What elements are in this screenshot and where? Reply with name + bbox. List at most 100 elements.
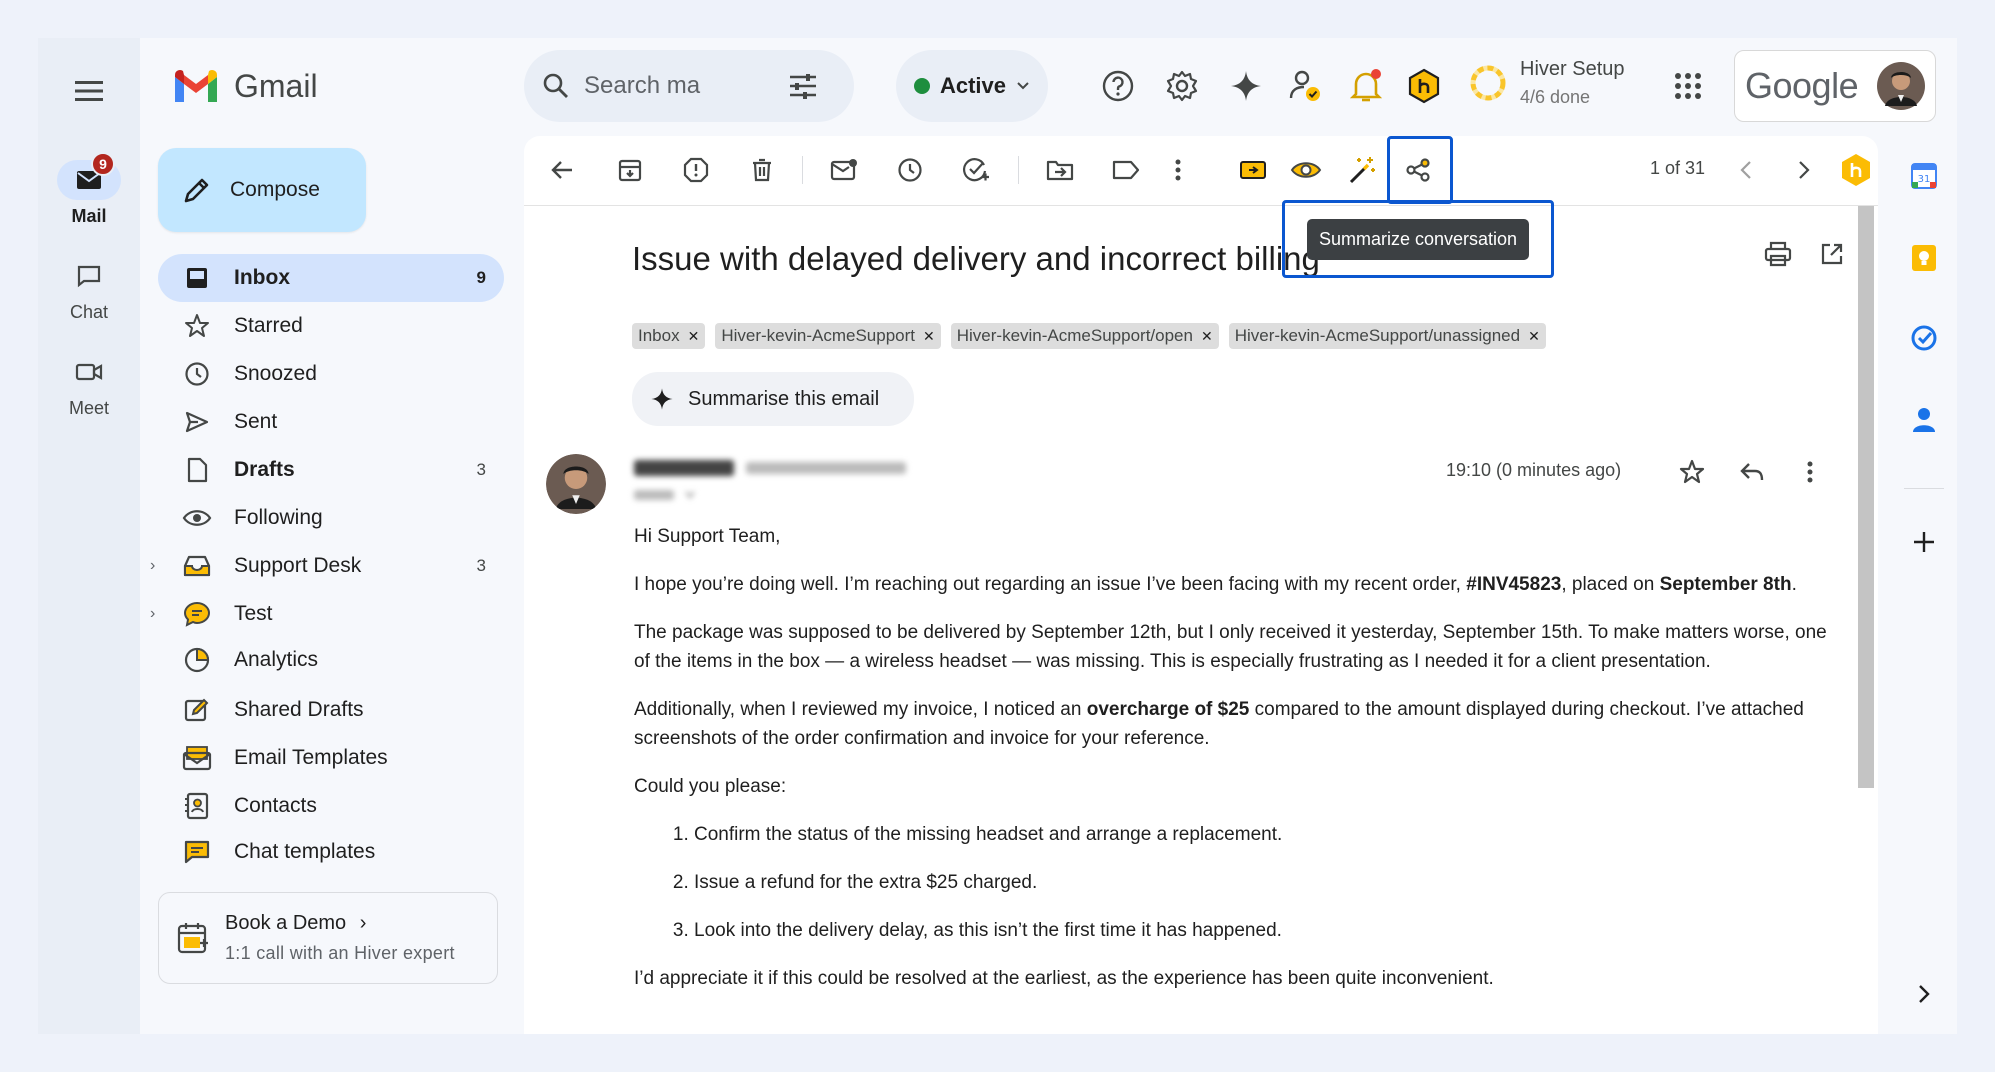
move-to-folder-icon [1046, 160, 1074, 181]
archive-button[interactable] [608, 148, 652, 192]
share-icon [1406, 158, 1430, 182]
calendar-app-button[interactable]: 31 [1904, 156, 1944, 196]
book-demo-card[interactable]: Book a Demo › 1:1 call with an Hiver exp… [158, 892, 498, 984]
divider [1904, 488, 1944, 489]
back-button[interactable] [540, 148, 584, 192]
nav-item-inbox[interactable]: Inbox 9 [158, 254, 504, 302]
star-icon [1679, 459, 1705, 484]
rail-item-chat[interactable]: Chat [38, 256, 140, 323]
mark-unread-button[interactable] [822, 148, 866, 192]
expand-chevron-icon[interactable]: › [150, 605, 155, 623]
plus-icon [1914, 532, 1934, 552]
nav-item-drafts[interactable]: Drafts 3 [158, 446, 504, 494]
report-spam-button[interactable] [674, 148, 718, 192]
nav-item-shared-drafts[interactable]: Shared Drafts [158, 686, 504, 734]
hiver-setup-progress[interactable]: Hiver Setup 4/6 done [1468, 58, 1625, 108]
remove-label-icon[interactable]: ✕ [1528, 328, 1540, 345]
newer-button[interactable] [1724, 148, 1768, 192]
label-chip[interactable]: Inbox ✕ [632, 323, 706, 349]
hiver-extension-button[interactable] [1400, 62, 1448, 110]
expand-side-panel-button[interactable] [1904, 974, 1944, 1014]
email-toolbar: 1 of 31 [524, 136, 1878, 206]
nav-item-snoozed[interactable]: Snoozed [158, 350, 504, 398]
expand-chevron-icon[interactable]: › [150, 557, 155, 575]
main-menu-button[interactable] [70, 72, 108, 110]
move-to-button[interactable] [1038, 148, 1082, 192]
compose-button[interactable]: Compose [158, 148, 366, 232]
search-input[interactable] [584, 72, 774, 100]
remove-label-icon[interactable]: ✕ [1201, 328, 1213, 345]
nav-item-contacts[interactable]: Contacts [158, 782, 504, 830]
hiver-sidebar-button[interactable] [1834, 148, 1878, 192]
add-task-icon [962, 158, 989, 182]
get-add-ons-button[interactable] [1904, 522, 1944, 562]
labels-button[interactable] [1104, 148, 1148, 192]
nav-label: Snoozed [234, 362, 317, 385]
google-apps-button[interactable] [1664, 62, 1712, 110]
open-in-new-icon [1821, 243, 1843, 265]
trash-icon [753, 158, 771, 182]
setup-progress-ring-icon [1470, 65, 1506, 101]
search-options-icon[interactable] [788, 73, 818, 99]
hiver-tags-button[interactable] [1232, 148, 1276, 192]
nav-item-test[interactable]: › Test [150, 590, 504, 638]
sender-avatar[interactable] [546, 454, 606, 514]
calendar-icon: 31 [1911, 163, 1937, 189]
label-chip[interactable]: Hiver-kevin-AcmeSupport ✕ [715, 323, 941, 349]
help-button[interactable] [1094, 62, 1142, 110]
label-chip[interactable]: Hiver-kevin-AcmeSupport/unassigned ✕ [1228, 323, 1546, 349]
pencil-icon [184, 178, 209, 203]
more-actions-button[interactable] [1156, 148, 1200, 192]
nav-item-chat-templates[interactable]: Chat templates [158, 828, 504, 876]
nav-item-sent[interactable]: Sent [158, 398, 504, 446]
email-paragraph-1: I hope you’re doing well. I’m reaching o… [634, 574, 1797, 595]
search-bar[interactable] [524, 50, 854, 122]
demo-subtitle: 1:1 call with an Hiver expert [225, 943, 455, 963]
message-more-button[interactable] [1788, 450, 1832, 494]
scrollbar-thumb[interactable] [1858, 206, 1874, 788]
settings-button[interactable] [1158, 62, 1206, 110]
nav-item-starred[interactable]: Starred [158, 302, 504, 350]
open-in-new-window-button[interactable] [1810, 232, 1854, 276]
nav-label: Drafts [234, 458, 295, 481]
add-to-tasks-button[interactable] [954, 148, 998, 192]
nav-item-analytics[interactable]: Analytics [158, 636, 504, 684]
svg-text:31: 31 [1918, 174, 1931, 185]
rail-item-meet[interactable]: Meet [38, 352, 140, 419]
older-button[interactable] [1782, 148, 1826, 192]
summarize-conversation-button[interactable] [1340, 148, 1384, 192]
reply-icon [1740, 463, 1764, 481]
nav-item-following[interactable]: Following [158, 494, 504, 542]
snooze-button[interactable] [888, 148, 932, 192]
tasks-app-button[interactable] [1904, 318, 1944, 358]
active-status-dot [914, 78, 930, 94]
nav-item-support-desk[interactable]: › Support Desk 3 [150, 542, 504, 590]
send-icon [185, 411, 209, 433]
label-chip[interactable]: Hiver-kevin-AcmeSupport/open ✕ [950, 323, 1219, 349]
status-dropdown[interactable]: Active [896, 50, 1048, 122]
star-email-button[interactable] [1670, 450, 1714, 494]
rail-label: Mail [71, 206, 107, 226]
rail-item-mail[interactable]: 9 Mail [38, 152, 140, 227]
share-conversation-button[interactable] [1396, 148, 1440, 192]
notifications-button[interactable] [1342, 62, 1390, 110]
delete-button[interactable] [740, 148, 784, 192]
assignee-status-button[interactable] [1282, 62, 1330, 110]
contacts-app-button[interactable] [1904, 400, 1944, 440]
hiver-follow-button[interactable] [1284, 148, 1328, 192]
order-number: #INV45823 [1466, 574, 1562, 595]
nav-count: 3 [476, 460, 486, 479]
nav-label: Contacts [234, 794, 317, 817]
nav-item-email-templates[interactable]: Email Templates [158, 734, 504, 782]
gmail-logo[interactable]: Gmail [172, 68, 318, 105]
remove-label-icon[interactable]: ✕ [688, 328, 700, 345]
rail-label: Chat [69, 302, 109, 322]
keep-app-button[interactable] [1904, 238, 1944, 278]
sender-info-redacted [634, 456, 914, 512]
remove-label-icon[interactable]: ✕ [923, 328, 935, 345]
print-button[interactable] [1756, 232, 1800, 276]
summarise-email-button[interactable]: Summarise this email [632, 372, 914, 426]
reply-button[interactable] [1730, 450, 1774, 494]
hiver-hexagon-icon [1842, 154, 1870, 186]
gemini-button[interactable] [1222, 62, 1270, 110]
